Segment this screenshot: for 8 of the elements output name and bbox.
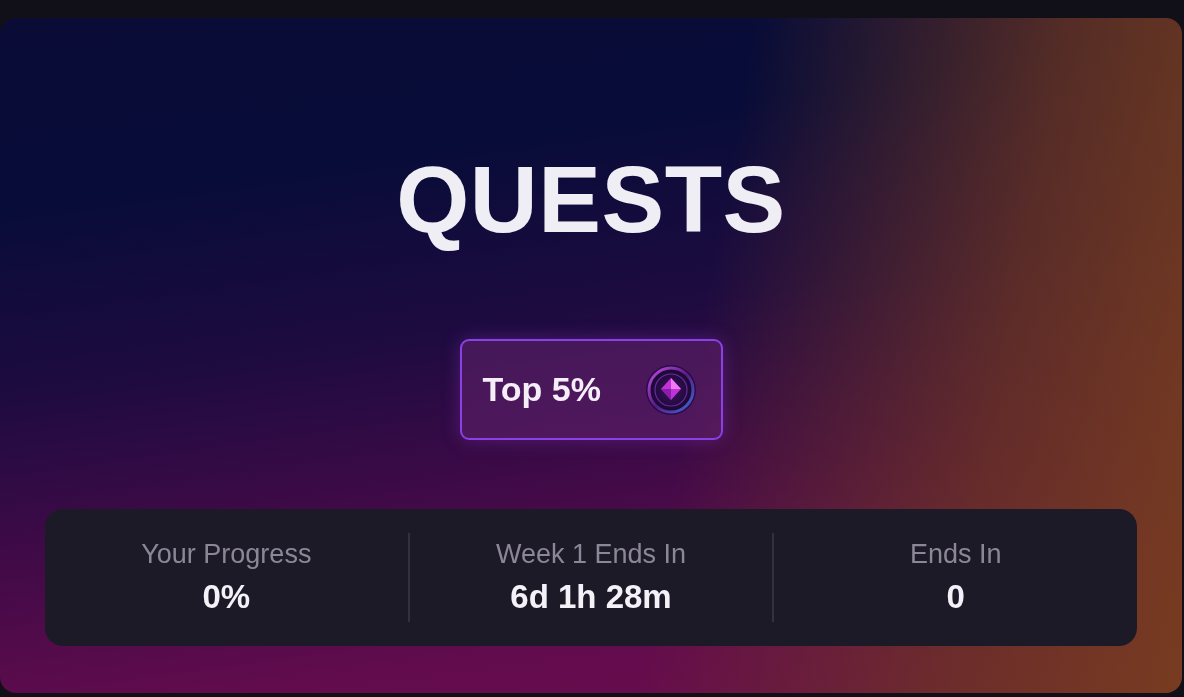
rank-label: Top 5% <box>482 370 601 409</box>
stat-value: 0 <box>946 578 965 616</box>
gem-coin-icon <box>644 363 697 416</box>
stat-value: 0% <box>202 578 251 616</box>
stat-value: 6d 1h 28m <box>510 578 672 616</box>
stat-label: Your Progress <box>141 539 312 570</box>
stat-label: Week 1 Ends In <box>495 539 687 570</box>
stat-label: Ends In <box>909 539 1002 570</box>
